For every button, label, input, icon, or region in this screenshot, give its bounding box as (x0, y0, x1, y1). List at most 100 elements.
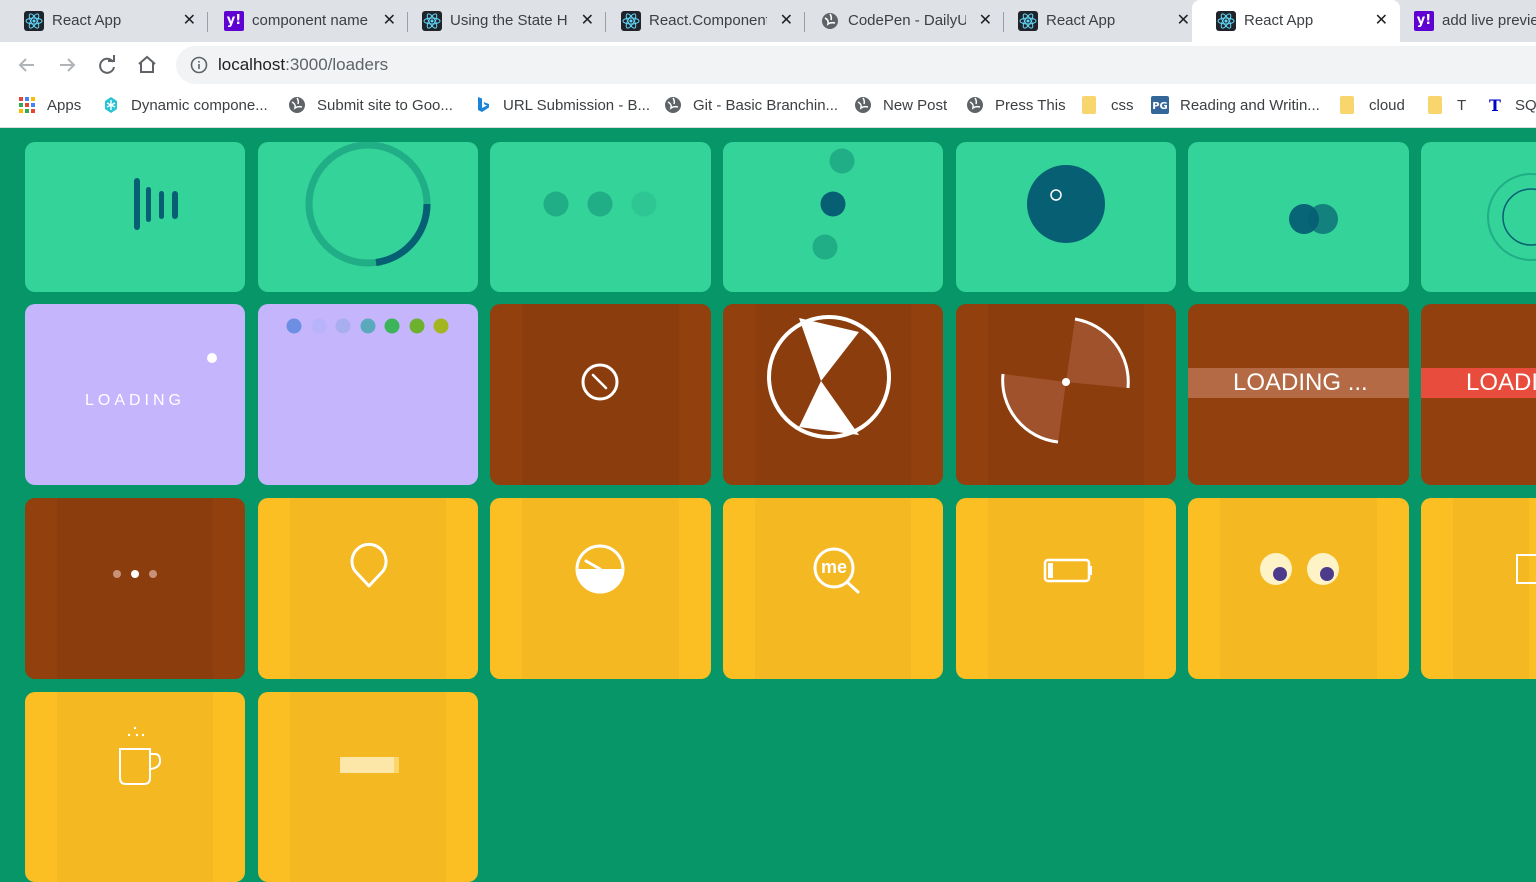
tab-react-app-1[interactable]: React App ✕ (0, 0, 208, 42)
loading-bar-label: LOADI (1466, 369, 1536, 396)
tab-label: React App (1046, 12, 1116, 29)
bookmark-label: Reading and Writin... (1180, 97, 1320, 114)
loading-bar-label: LOADING ... (1233, 369, 1368, 396)
loader-card-pulse (1421, 142, 1536, 292)
loader-card-dots (490, 142, 711, 292)
tab-add-live-preview[interactable]: y! add live previe (1390, 0, 1536, 42)
pinwheel-icon (1001, 317, 1130, 444)
bookmark-label: SQ (1515, 97, 1536, 114)
address-bar[interactable]: localhost:3000/loaders (176, 46, 1536, 84)
tab-label: add live previe (1442, 12, 1536, 29)
pg-icon: PG (1151, 96, 1169, 114)
globe-icon (822, 13, 838, 29)
info-icon[interactable] (190, 56, 208, 74)
loader-card-color-dots (258, 304, 478, 485)
map-pin-icon (350, 542, 388, 588)
close-icon[interactable]: ✕ (183, 0, 196, 42)
back-arrow-icon[interactable] (14, 52, 40, 78)
close-icon[interactable]: ✕ (1177, 0, 1190, 42)
tab-label: React App (1244, 12, 1314, 29)
home-icon[interactable] (134, 52, 160, 78)
coffee-cup-icon (119, 726, 162, 785)
loader-card-ring (258, 142, 478, 292)
bookmark-label: Submit site to Goo... (317, 97, 453, 114)
bookmarks-bar: Apps Dynamic compone... Submit site to G… (0, 88, 1536, 128)
three-dots-icon (543, 191, 657, 217)
loader-card-loading-bar: LOADING ... (1188, 304, 1409, 485)
close-icon[interactable]: ✕ (1375, 0, 1388, 42)
bookmark-label: Apps (47, 97, 82, 114)
browser-toolbar: localhost:3000/loaders (0, 42, 1536, 88)
react-icon (24, 11, 44, 31)
folder-icon (1082, 96, 1096, 114)
url-path: :3000/loaders (285, 55, 389, 74)
loader-card-loading-bar-red: LOADI (1421, 304, 1536, 485)
bookmark-label: Git - Basic Branchin... (693, 97, 839, 114)
bars-loader-icon (134, 178, 178, 230)
tab-label: component name (252, 12, 368, 29)
folder-icon (1340, 96, 1354, 114)
clock-icon (581, 363, 619, 401)
loader-card-typing-dots (25, 498, 245, 679)
tab-react-app-2[interactable]: React App ✕ (994, 0, 1202, 42)
bouncing-dots-icon (812, 148, 855, 260)
loader-card-progress (258, 692, 478, 882)
globe-icon (289, 97, 305, 113)
magnifier-icon (813, 547, 860, 594)
close-icon[interactable]: ✕ (979, 0, 992, 42)
globe-icon (665, 97, 681, 113)
close-icon[interactable]: ✕ (780, 0, 793, 42)
loader-card-vertical-dots (723, 142, 943, 292)
loader-card-eyes (1188, 498, 1409, 679)
forward-arrow-icon[interactable] (54, 52, 80, 78)
tab-label: React App (52, 12, 122, 29)
bookmark-label: URL Submission - B... (503, 97, 650, 114)
tab-component-name[interactable]: y! component name ✕ (200, 0, 408, 42)
box-icon (1516, 554, 1536, 584)
loader-card-orbit (956, 142, 1176, 292)
react-icon (1216, 11, 1236, 31)
tab-react-component[interactable]: React.Component ✕ (597, 0, 805, 42)
svg-text:T: T (1489, 96, 1501, 114)
gauge-icon (575, 544, 625, 594)
progress-bar-icon (340, 757, 399, 773)
tab-strip: React App ✕ y! component name ✕ Using th… (0, 0, 1536, 42)
close-icon[interactable]: ✕ (383, 0, 396, 42)
t-icon: T (1489, 96, 1501, 114)
tab-react-app-active[interactable]: React App ✕ (1192, 0, 1400, 42)
url-text[interactable]: localhost:3000/loaders (218, 46, 388, 84)
loader-card-overlap (1188, 142, 1409, 292)
battery-icon (1043, 558, 1092, 583)
color-dots-icon (286, 318, 449, 334)
loader-card-gauge (490, 498, 711, 679)
typing-dots-icon (113, 570, 157, 578)
eyes-icon (1260, 553, 1339, 585)
react-icon (621, 11, 641, 31)
loader-card-search: me (723, 498, 943, 679)
reload-icon[interactable] (94, 52, 120, 78)
tab-codepen[interactable]: CodePen - DailyU ✕ (796, 0, 1004, 42)
loader-card-clock (490, 304, 711, 485)
bookmark-label: New Post (883, 97, 948, 114)
yahoo-icon: y! (1414, 11, 1434, 31)
loader-card-bars (25, 142, 245, 292)
close-icon[interactable]: ✕ (581, 0, 594, 42)
loader-card-coffee (25, 692, 245, 882)
apps-grid-icon (19, 97, 35, 113)
pulse-rings-icon (1487, 173, 1536, 261)
bookmark-label: cloud (1369, 97, 1405, 114)
globe-icon (967, 97, 983, 113)
loader-card-pinwheel (956, 304, 1176, 485)
tab-label: Using the State H (450, 12, 568, 29)
loading-label: LOADING (84, 392, 185, 409)
tab-using-the-state[interactable]: Using the State H ✕ (398, 0, 606, 42)
bing-icon (478, 97, 489, 112)
bookmark-label: css (1111, 97, 1134, 114)
ring-spinner-icon (305, 142, 431, 267)
loader-card-loading-text: LOADING (25, 304, 245, 485)
yahoo-icon: y! (224, 11, 244, 31)
svg-text:PG: PG (1152, 101, 1168, 112)
hourglass-icon (767, 315, 891, 439)
react-icon (1018, 11, 1038, 31)
react-icon (422, 11, 442, 31)
